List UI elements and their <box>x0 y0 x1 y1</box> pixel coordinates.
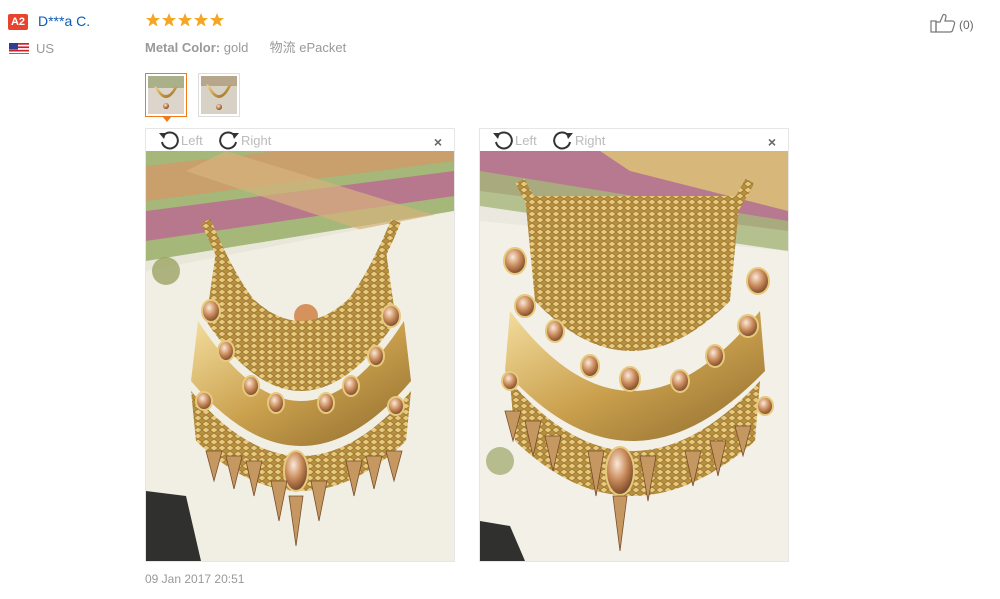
viewer-toolbar: Left Right × <box>146 129 454 151</box>
metal-color-key: Metal Color: <box>145 40 221 55</box>
viewer-toolbar: Left Right × <box>480 129 788 151</box>
star-rating <box>145 12 227 28</box>
metal-color-value: gold <box>223 40 249 55</box>
photo-viewer-2: Left Right × <box>479 128 789 562</box>
star-icon <box>162 13 176 27</box>
rotate-right-button[interactable]: Right <box>218 130 271 150</box>
rotate-right-button[interactable]: Right <box>552 130 605 150</box>
star-icon <box>194 13 208 27</box>
thumbnail-1[interactable] <box>145 73 187 117</box>
close-icon[interactable]: × <box>768 134 776 150</box>
rotate-right-label: Right <box>575 132 606 148</box>
shipping-key: 物流 <box>269 40 296 55</box>
rotate-left-icon <box>493 131 513 150</box>
rotate-left-label: Left <box>515 132 537 148</box>
necklace-photo-thumbnail <box>148 76 184 114</box>
rotate-right-icon <box>219 131 239 150</box>
helpful-button[interactable]: (0) <box>930 13 974 38</box>
helpful-count: (0) <box>959 18 974 32</box>
user-name[interactable]: D***a C. <box>38 13 90 29</box>
review-date: 09 Jan 2017 20:51 <box>145 572 245 586</box>
shipping-value: ePacket <box>299 40 347 55</box>
rotate-left-button[interactable]: Left <box>158 130 203 150</box>
star-icon <box>146 13 160 27</box>
rotate-left-button[interactable]: Left <box>492 130 537 150</box>
us-flag-icon <box>9 42 29 54</box>
order-meta: Metal Color: gold 物流 ePacket <box>145 37 346 56</box>
rotate-right-icon <box>553 131 573 150</box>
rotate-right-label: Right <box>241 132 272 148</box>
photo-viewer-1: Left Right × <box>145 128 455 562</box>
review-photo <box>480 151 788 561</box>
level-badge: A2 <box>8 14 28 30</box>
thumbnail-2[interactable] <box>198 73 240 117</box>
star-icon <box>210 13 224 27</box>
necklace-photo-thumbnail <box>201 76 237 114</box>
rotate-left-label: Left <box>181 132 203 148</box>
review-photo <box>146 151 454 561</box>
star-icon <box>178 13 192 27</box>
thumbs-up-icon <box>930 13 956 38</box>
active-thumbnail-indicator <box>162 116 172 122</box>
rotate-left-icon <box>159 131 179 150</box>
close-icon[interactable]: × <box>434 134 442 150</box>
country-label: US <box>36 41 55 56</box>
